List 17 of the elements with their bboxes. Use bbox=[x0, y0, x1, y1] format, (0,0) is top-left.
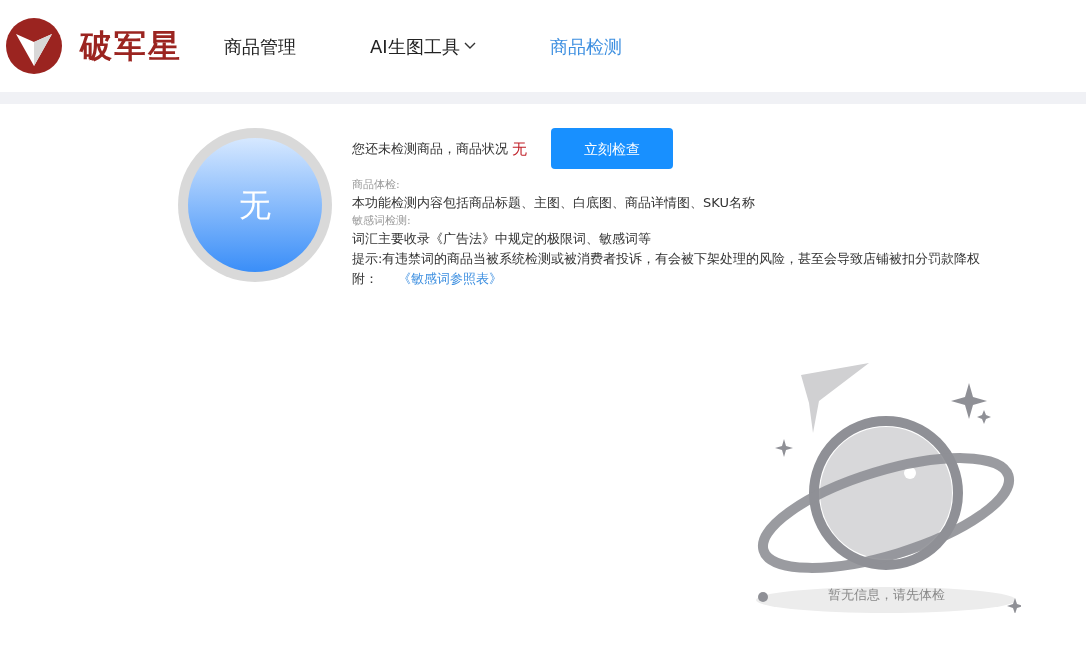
section-heading: 敏感词检测: bbox=[352, 213, 412, 229]
nav-tab[interactable]: 商品管理 bbox=[224, 32, 296, 60]
status-circle: 无 bbox=[188, 138, 322, 272]
check-now-button[interactable]: 立刻检查 bbox=[551, 128, 673, 169]
status-prompt: 您还未检测商品，商品状况 bbox=[352, 139, 508, 158]
status-value: 无 bbox=[512, 138, 527, 159]
attachment-label: 附： bbox=[352, 270, 378, 288]
section-heading: 商品体检: bbox=[352, 177, 401, 193]
brand-name: 破军星 bbox=[80, 26, 182, 67]
description-text: 词汇主要收录《广告法》中规定的极限词、敏感词等 bbox=[352, 230, 652, 248]
description-text: 本功能检测内容包括商品标题、主图、白底图、商品详情图、SKU名称 bbox=[352, 194, 756, 212]
logo-icon bbox=[6, 18, 62, 74]
nav-tab[interactable]: AI生图工具 bbox=[370, 32, 476, 60]
description-text: 提示:有违禁词的商品当被系统检测或被消费者投诉，有会被下架处理的风险，甚至会导致店铺被扣分罚款降权 bbox=[352, 250, 981, 268]
nav-tab[interactable]: 商品检测 bbox=[549, 32, 622, 60]
empty-state-text: 暂无信息，请先体检 bbox=[827, 586, 945, 604]
reference-link[interactable]: 《敏感词参照表》 bbox=[398, 269, 502, 289]
